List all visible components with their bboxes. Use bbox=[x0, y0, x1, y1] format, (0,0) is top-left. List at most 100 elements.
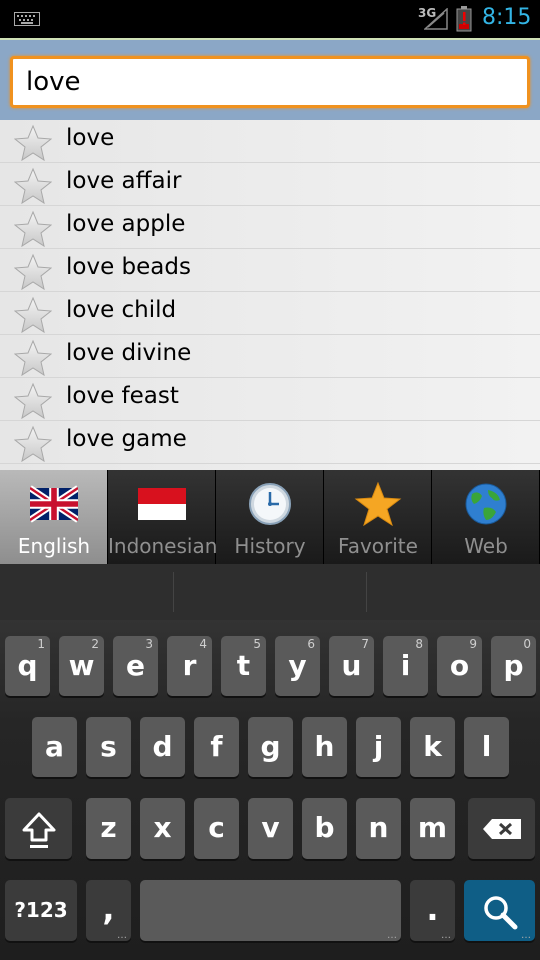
divider bbox=[173, 572, 174, 612]
key-j[interactable]: j bbox=[356, 717, 401, 777]
word-label: love apple bbox=[66, 211, 186, 237]
favorite-star-icon[interactable] bbox=[13, 382, 53, 420]
key-label: y bbox=[288, 649, 307, 682]
battery-alert-icon bbox=[456, 6, 472, 32]
key-f[interactable]: f bbox=[194, 717, 239, 777]
comma-key[interactable]: ,… bbox=[86, 880, 131, 941]
key-hint: 1 bbox=[37, 637, 45, 651]
key-l[interactable]: l bbox=[464, 717, 509, 777]
symbols-key[interactable]: ?123 bbox=[5, 880, 77, 941]
list-item[interactable]: love game bbox=[0, 421, 540, 464]
key-hint: 9 bbox=[469, 637, 477, 651]
key-hint: 7 bbox=[361, 637, 369, 651]
indonesia-flag-icon bbox=[138, 488, 186, 520]
favorite-star-icon[interactable] bbox=[13, 167, 53, 205]
keyboard-notification-icon bbox=[14, 12, 40, 26]
key-i[interactable]: i8 bbox=[383, 636, 428, 696]
key-v[interactable]: v bbox=[248, 798, 293, 859]
list-item[interactable]: love bbox=[0, 120, 540, 163]
key-label: v bbox=[261, 811, 280, 844]
favorite-star-icon[interactable] bbox=[13, 339, 53, 377]
key-label: l bbox=[481, 730, 492, 763]
more-keys-indicator: … bbox=[387, 930, 397, 941]
backspace-icon bbox=[483, 819, 521, 839]
search-header bbox=[0, 38, 540, 120]
favorite-star-icon[interactable] bbox=[13, 210, 53, 248]
key-c[interactable]: c bbox=[194, 798, 239, 859]
clock: 8:15 bbox=[482, 5, 532, 30]
word-label: love child bbox=[66, 297, 177, 323]
key-d[interactable]: d bbox=[140, 717, 185, 777]
key-hint: 3 bbox=[145, 637, 153, 651]
key-p[interactable]: p0 bbox=[491, 636, 536, 696]
list-item[interactable]: love affair bbox=[0, 163, 540, 206]
key-w[interactable]: w2 bbox=[59, 636, 104, 696]
tab-label: History bbox=[234, 534, 306, 558]
key-label: q bbox=[17, 649, 38, 682]
key-z[interactable]: z bbox=[86, 798, 131, 859]
signal-icon bbox=[424, 8, 448, 30]
key-s[interactable]: s bbox=[86, 717, 131, 777]
key-label: i bbox=[400, 649, 411, 682]
key-t[interactable]: t5 bbox=[221, 636, 266, 696]
key-n[interactable]: n bbox=[356, 798, 401, 859]
key-x[interactable]: x bbox=[140, 798, 185, 859]
more-keys-indicator: … bbox=[117, 930, 127, 941]
key-label: ?123 bbox=[14, 898, 68, 922]
key-label: s bbox=[100, 730, 117, 763]
more-keys-indicator: … bbox=[521, 930, 531, 941]
shift-key[interactable] bbox=[5, 798, 72, 859]
key-label: . bbox=[426, 890, 439, 928]
uk-flag-icon bbox=[30, 485, 78, 523]
key-o[interactable]: o9 bbox=[437, 636, 482, 696]
key-hint: 0 bbox=[523, 637, 531, 651]
key-label: g bbox=[260, 730, 281, 763]
word-label: love beads bbox=[66, 254, 191, 280]
tab-favorite[interactable]: Favorite bbox=[324, 470, 432, 564]
word-label: love divine bbox=[66, 340, 192, 366]
key-y[interactable]: y6 bbox=[275, 636, 320, 696]
list-item[interactable]: love divine bbox=[0, 335, 540, 378]
key-e[interactable]: e3 bbox=[113, 636, 158, 696]
search-key[interactable]: … bbox=[464, 880, 535, 941]
list-item[interactable]: love feast bbox=[0, 378, 540, 421]
list-item[interactable]: love apple bbox=[0, 206, 540, 249]
key-label: b bbox=[314, 811, 335, 844]
key-label: c bbox=[208, 811, 225, 844]
period-key[interactable]: .… bbox=[410, 880, 455, 941]
key-label: p bbox=[503, 649, 524, 682]
word-list[interactable]: love love affair love apple love beads love … bbox=[0, 120, 540, 470]
star-icon bbox=[354, 482, 402, 526]
favorite-star-icon[interactable] bbox=[13, 296, 53, 334]
tab-bar: English Indonesian History Favorite Web bbox=[0, 470, 540, 564]
key-hint: 5 bbox=[253, 637, 261, 651]
tab-english[interactable]: English bbox=[0, 470, 108, 564]
tab-label: Favorite bbox=[338, 534, 418, 558]
list-item[interactable]: love beads bbox=[0, 249, 540, 292]
tab-indonesian[interactable]: Indonesian bbox=[108, 470, 216, 564]
favorite-star-icon[interactable] bbox=[13, 124, 53, 162]
search-input[interactable] bbox=[10, 56, 530, 108]
suggestion-strip[interactable] bbox=[0, 564, 540, 620]
key-label: f bbox=[210, 730, 223, 763]
favorite-star-icon[interactable] bbox=[13, 425, 53, 463]
key-r[interactable]: r4 bbox=[167, 636, 212, 696]
word-label: love feast bbox=[66, 383, 179, 409]
key-label: m bbox=[417, 811, 448, 844]
key-q[interactable]: q1 bbox=[5, 636, 50, 696]
backspace-key[interactable] bbox=[468, 798, 535, 859]
tab-web[interactable]: Web bbox=[432, 470, 540, 564]
key-a[interactable]: a bbox=[32, 717, 77, 777]
word-label: love game bbox=[66, 426, 187, 452]
key-g[interactable]: g bbox=[248, 717, 293, 777]
key-h[interactable]: h bbox=[302, 717, 347, 777]
list-item[interactable]: love child bbox=[0, 292, 540, 335]
tab-history[interactable]: History bbox=[216, 470, 324, 564]
space-key[interactable]: … bbox=[140, 880, 401, 941]
key-u[interactable]: u7 bbox=[329, 636, 374, 696]
key-m[interactable]: m bbox=[410, 798, 455, 859]
key-b[interactable]: b bbox=[302, 798, 347, 859]
globe-icon bbox=[465, 483, 507, 525]
favorite-star-icon[interactable] bbox=[13, 253, 53, 291]
key-k[interactable]: k bbox=[410, 717, 455, 777]
